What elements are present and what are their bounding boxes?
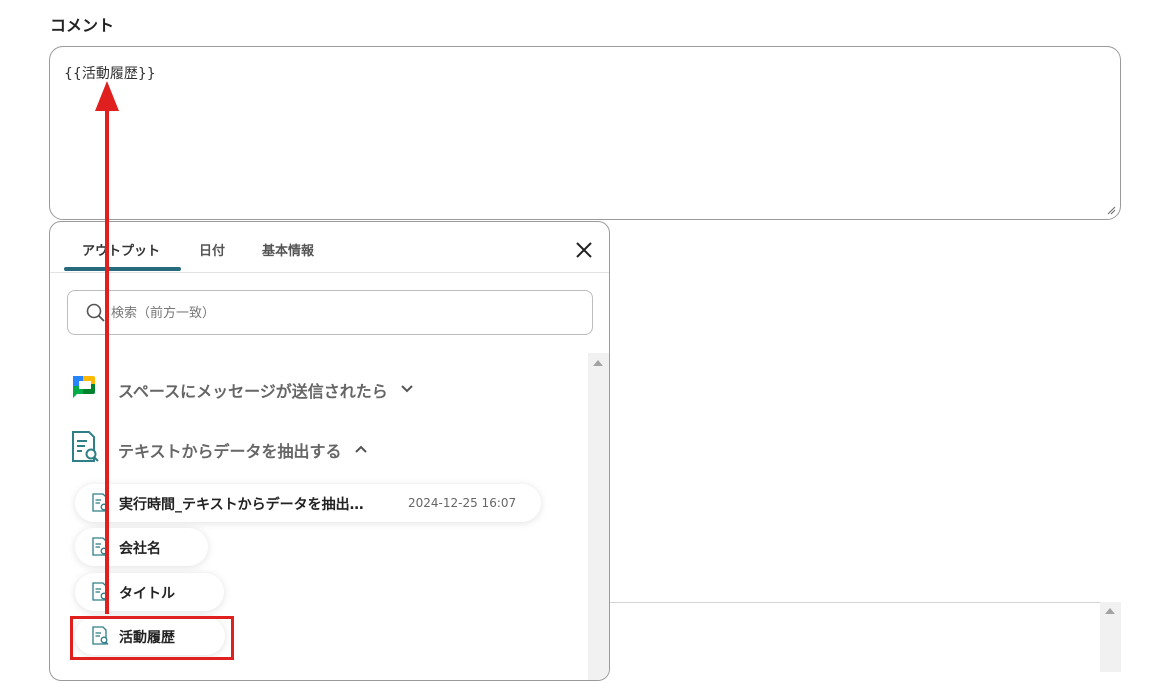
- search-input[interactable]: [111, 303, 571, 323]
- document-search-icon: [92, 493, 109, 512]
- active-tab-indicator: [64, 267, 181, 271]
- lower-field[interactable]: [600, 602, 1121, 683]
- scroll-up-arrow-icon[interactable]: [593, 360, 603, 366]
- output-item-label: 実行時間_テキストからデータを抽出…: [119, 497, 364, 513]
- resize-handle-icon[interactable]: [1106, 205, 1116, 215]
- chevron-up-icon[interactable]: [354, 444, 368, 454]
- tab-output[interactable]: アウトプット: [82, 240, 160, 259]
- output-item-title[interactable]: タイトル: [75, 573, 224, 611]
- comment-label: コメント: [50, 16, 115, 35]
- google-chat-icon: [73, 376, 95, 398]
- highlight-box: [70, 616, 234, 660]
- output-picker-popup: アウトプット 日付 基本情報 スペースにメッセージが送信されたら: [49, 221, 610, 681]
- search-icon: [86, 303, 105, 322]
- lower-scrollbar[interactable]: [1100, 602, 1121, 672]
- document-search-icon: [92, 582, 109, 601]
- chevron-down-icon[interactable]: [400, 384, 414, 394]
- output-item-company[interactable]: 会社名: [75, 528, 208, 566]
- popup-scrollbar[interactable]: [588, 353, 609, 680]
- tab-basic-info[interactable]: 基本情報: [262, 240, 314, 259]
- close-icon[interactable]: [572, 238, 596, 262]
- output-item-exec-time[interactable]: 実行時間_テキストからデータを抽出… 2024-12-25 16:07: [75, 484, 541, 522]
- section-title: スペースにメッセージが送信されたら: [118, 382, 388, 401]
- scroll-up-arrow-icon[interactable]: [1105, 608, 1115, 614]
- output-item-label: 会社名: [119, 541, 161, 557]
- section-title: テキストからデータを抽出する: [118, 442, 342, 461]
- tab-date[interactable]: 日付: [199, 240, 225, 259]
- output-item-label: タイトル: [119, 586, 175, 602]
- comment-value: {{活動履歴}}: [64, 66, 156, 82]
- document-search-icon: [72, 431, 99, 462]
- tab-bar: アウトプット 日付 基本情報: [50, 222, 609, 273]
- search-field[interactable]: [67, 290, 593, 335]
- output-item-timestamp: 2024-12-25 16:07: [408, 496, 517, 510]
- document-search-icon: [92, 537, 109, 556]
- comment-textarea[interactable]: {{活動履歴}}: [49, 46, 1121, 220]
